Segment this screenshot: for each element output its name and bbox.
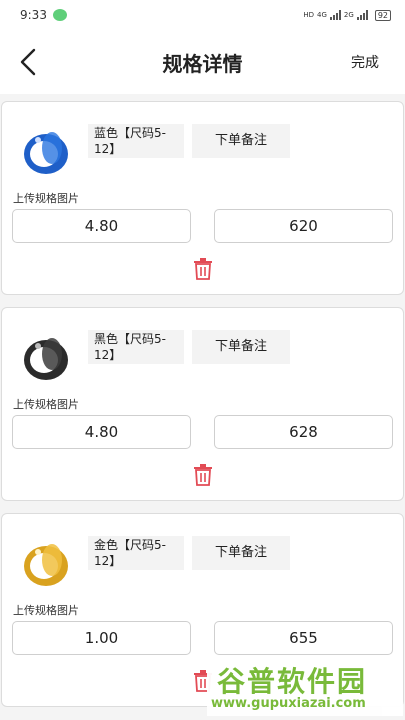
watermark-title: 谷普软件园 (217, 665, 368, 698)
gold-ring-image[interactable] (14, 530, 78, 594)
battery-level: 92 (377, 10, 388, 20)
network-4g-label: 4G (317, 11, 327, 19)
spec-name-field[interactable]: 蓝色【尺码5-12】 (88, 124, 184, 158)
spec-card: 蓝色【尺码5-12】 下单备注 上传规格图片 4.80 620 (1, 101, 404, 295)
page-title: 规格详情 (162, 52, 243, 76)
watermark-logo: 谷普软件园 www.gupuxiazai.com (207, 658, 403, 716)
blue-ring-image[interactable] (14, 118, 78, 182)
upload-spec-image-label[interactable]: 上传规格图片 (13, 190, 79, 206)
done-button[interactable]: 完成 (351, 52, 379, 72)
price-input[interactable]: 4.80 (12, 209, 191, 243)
upload-spec-image-label[interactable]: 上传规格图片 (13, 396, 79, 412)
spec-name-field[interactable]: 黑色【尺码5-12】 (88, 330, 184, 364)
price-input[interactable]: 1.00 (12, 621, 191, 655)
order-note-button[interactable]: 下单备注 (192, 124, 290, 158)
trash-icon[interactable] (193, 258, 213, 280)
order-note-button[interactable]: 下单备注 (192, 330, 290, 364)
stock-input[interactable]: 655 (214, 621, 393, 655)
trash-icon[interactable] (193, 464, 213, 486)
spec-card: 黑色【尺码5-12】 下单备注 上传规格图片 4.80 628 (1, 307, 404, 501)
status-time: 9:33 (20, 8, 47, 22)
price-input[interactable]: 4.80 (12, 415, 191, 449)
upload-spec-image-label[interactable]: 上传规格图片 (13, 602, 79, 618)
signal-icon-2 (356, 10, 368, 20)
status-bar: 9:33 HD 4G 2G 92 (0, 0, 405, 30)
order-note-button[interactable]: 下单备注 (192, 536, 290, 570)
battery-icon: 92 (374, 9, 391, 21)
spec-name-field[interactable]: 金色【尺码5-12】 (88, 536, 184, 570)
hd-label: HD (303, 11, 315, 19)
watermark-url: www.gupuxiazai.com (211, 696, 366, 711)
network-2g-label: 2G (343, 11, 354, 19)
signal-icon (329, 10, 341, 20)
nav-bar: 规格详情 完成 (0, 30, 405, 94)
black-ring-image[interactable] (14, 324, 78, 388)
wechat-notification-icon (52, 9, 67, 21)
stock-input[interactable]: 620 (214, 209, 393, 243)
stock-input[interactable]: 628 (214, 415, 393, 449)
status-icons: HD 4G 2G 92 (303, 9, 391, 21)
